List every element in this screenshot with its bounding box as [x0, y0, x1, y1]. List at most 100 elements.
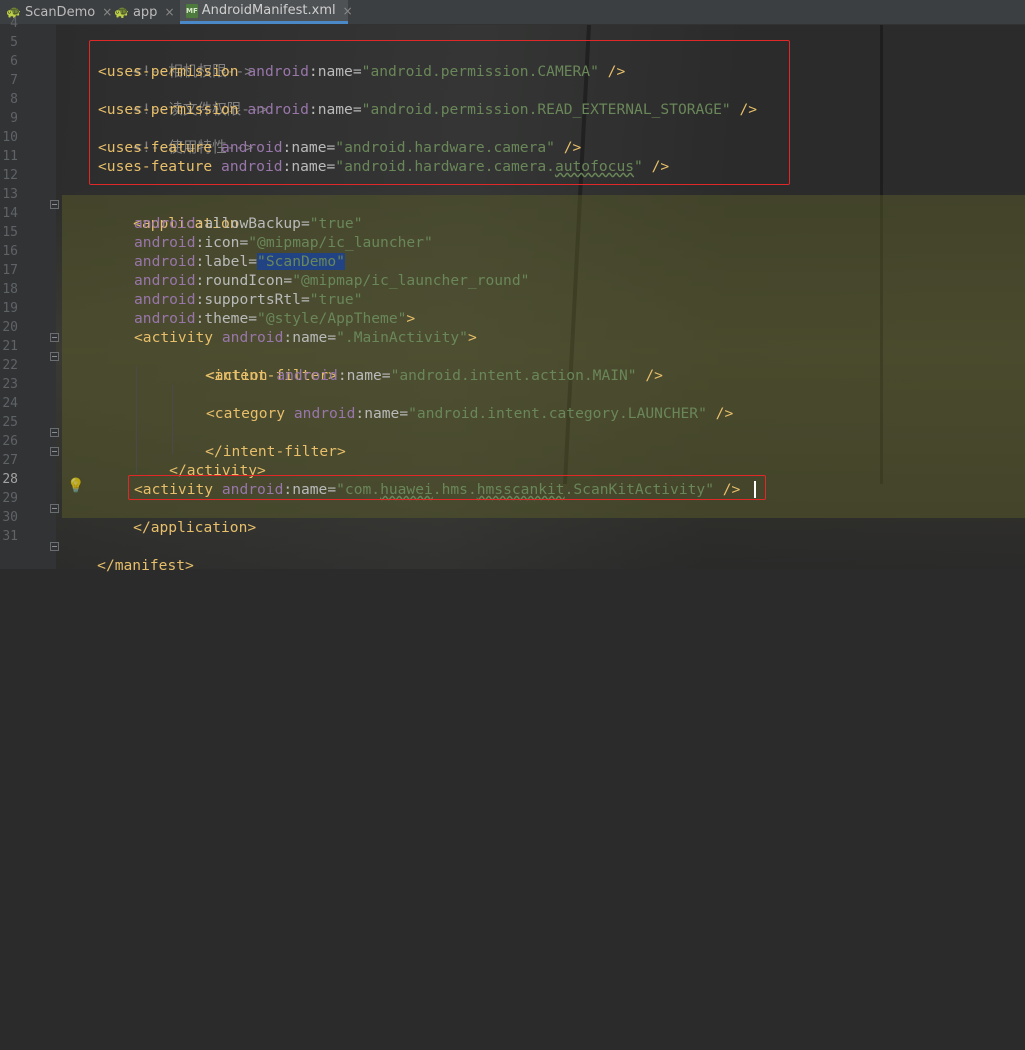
xml-attribute: theme — [204, 310, 249, 327]
code-line-17: android:roundIcon="@mipmap/ic_launcher_r… — [134, 271, 529, 290]
line-number[interactable]: 26 — [0, 432, 18, 451]
xml-attribute: roundIcon — [204, 272, 284, 289]
xml-tag: <category — [206, 405, 286, 422]
xml-attribute: name — [291, 139, 327, 156]
xml-equals: = — [248, 253, 258, 270]
xml-tag-end: > — [467, 329, 477, 346]
xml-colon: : — [195, 291, 205, 308]
line-number[interactable]: 29 — [0, 489, 18, 508]
code-line-20: <activity android:name=".MainActivity"> — [134, 328, 477, 347]
line-number[interactable]: 15 — [0, 223, 18, 242]
xml-colon: : — [195, 253, 205, 270]
xml-value: "@mipmap/ic_launcher" — [248, 234, 433, 251]
xml-namespace: android — [247, 101, 309, 118]
xml-namespace: android — [293, 405, 356, 422]
xml-tag-end: /> — [598, 63, 626, 80]
xml-attribute: name — [364, 405, 400, 422]
line-number[interactable]: 6 — [0, 52, 18, 71]
line-number[interactable]: 30 — [0, 508, 18, 527]
line-number[interactable]: 27 — [0, 451, 18, 470]
fold-marker-icon[interactable] — [50, 200, 59, 209]
line-number[interactable]: 4 — [0, 14, 18, 33]
xml-value: "android.permission.CAMERA" — [361, 63, 599, 80]
xml-attribute: name — [317, 63, 353, 80]
xml-equals: = — [327, 329, 337, 346]
line-number[interactable]: 13 — [0, 185, 18, 204]
tab-androidmanifest[interactable]: MF AndroidManifest.xml × — [180, 0, 353, 24]
spelling-warning-word[interactable]: hmsscankit — [477, 481, 565, 498]
tab-app[interactable]: 🐢 app × — [108, 0, 180, 24]
xml-attribute: icon — [204, 234, 240, 251]
code-line-8: <uses-permission android:name="android.p… — [98, 100, 757, 119]
xml-tag: <activity — [134, 481, 214, 498]
fold-marker-icon[interactable] — [50, 428, 59, 437]
line-number[interactable]: 9 — [0, 109, 18, 128]
xml-tag: <action — [206, 367, 268, 384]
xml-value: "true" — [309, 291, 363, 308]
line-number[interactable]: 31 — [0, 527, 18, 546]
xml-tag: </manifest> — [97, 557, 194, 574]
xml-value: "android.intent.action.MAIN" — [390, 367, 637, 384]
xml-value: " — [634, 158, 643, 175]
line-number[interactable]: 16 — [0, 242, 18, 261]
xml-value: "@mipmap/ic_launcher_round" — [292, 272, 530, 289]
code-line-25: </intent-filter> — [170, 423, 346, 460]
xml-equals: = — [283, 272, 293, 289]
line-number[interactable]: 14 — [0, 204, 18, 223]
line-number[interactable]: 12 — [0, 166, 18, 185]
fold-marker-icon[interactable] — [50, 504, 59, 513]
xml-attribute: supportsRtl — [204, 291, 301, 308]
close-icon[interactable]: × — [164, 5, 174, 19]
xml-attribute: label — [204, 253, 249, 270]
code-line-29: </application> — [98, 499, 256, 536]
line-number[interactable]: 8 — [0, 90, 18, 109]
xml-equals: = — [399, 405, 409, 422]
line-number[interactable]: 23 — [0, 375, 18, 394]
xml-value: .hms. — [432, 481, 477, 498]
fold-marker-icon[interactable] — [50, 352, 59, 361]
fold-marker-icon[interactable] — [50, 447, 59, 456]
xml-tag-end: /> — [642, 158, 670, 175]
line-number[interactable]: 24 — [0, 394, 18, 413]
line-number[interactable]: 22 — [0, 356, 18, 375]
code-editor[interactable]: <!--相机权限--> <uses-permission android:nam… — [62, 24, 1025, 574]
line-number[interactable]: 11 — [0, 147, 18, 166]
line-number[interactable]: 18 — [0, 280, 18, 299]
spelling-warning-word[interactable]: autofocus — [555, 158, 634, 175]
line-number[interactable]: 20 — [0, 318, 18, 337]
line-number[interactable]: 19 — [0, 299, 18, 318]
code-line-14: android:allowBackup="true" — [134, 214, 362, 233]
spelling-warning-word[interactable]: huawei — [380, 481, 433, 498]
xml-namespace: android — [276, 367, 338, 384]
tab-label: app — [132, 4, 158, 20]
android-module-icon: 🐢 — [114, 5, 129, 19]
xml-colon: : — [337, 367, 347, 384]
close-icon[interactable]: × — [343, 4, 353, 18]
line-number[interactable]: 10 — [0, 128, 18, 147]
xml-tag-end: /> — [706, 405, 734, 422]
code-line-9: <!--使用特性--> — [98, 119, 253, 156]
xml-value: "true" — [309, 215, 363, 232]
xml-namespace: android — [221, 158, 283, 175]
xml-equals: = — [352, 101, 362, 118]
xml-tag-end: /> — [713, 481, 741, 498]
line-number[interactable]: 17 — [0, 261, 18, 280]
line-number[interactable]: 25 — [0, 413, 18, 432]
code-line-24: <category android:name="android.intent.c… — [206, 404, 733, 423]
code-line-28: <activity android:name="com.huawei.hms.h… — [134, 480, 740, 499]
line-number[interactable]: 5 — [0, 33, 18, 52]
fold-marker-icon[interactable] — [50, 542, 59, 551]
xml-value: "android.permission.READ_EXTERNAL_STORAG… — [361, 101, 731, 118]
xml-namespace: android — [221, 139, 283, 156]
line-number[interactable]: 21 — [0, 337, 18, 356]
line-number[interactable]: 28 — [0, 470, 18, 489]
line-number[interactable]: 7 — [0, 71, 18, 90]
xml-namespace: android — [134, 234, 196, 251]
xml-tag-end: /> — [730, 101, 758, 118]
xml-tag: <activity — [134, 329, 214, 346]
selected-value[interactable]: "ScanDemo" — [257, 253, 345, 270]
xml-value: "com. — [336, 481, 381, 498]
fold-marker-icon[interactable] — [50, 333, 59, 342]
code-line-31: </manifest> — [62, 537, 194, 574]
tab-label: AndroidManifest.xml — [201, 3, 336, 18]
